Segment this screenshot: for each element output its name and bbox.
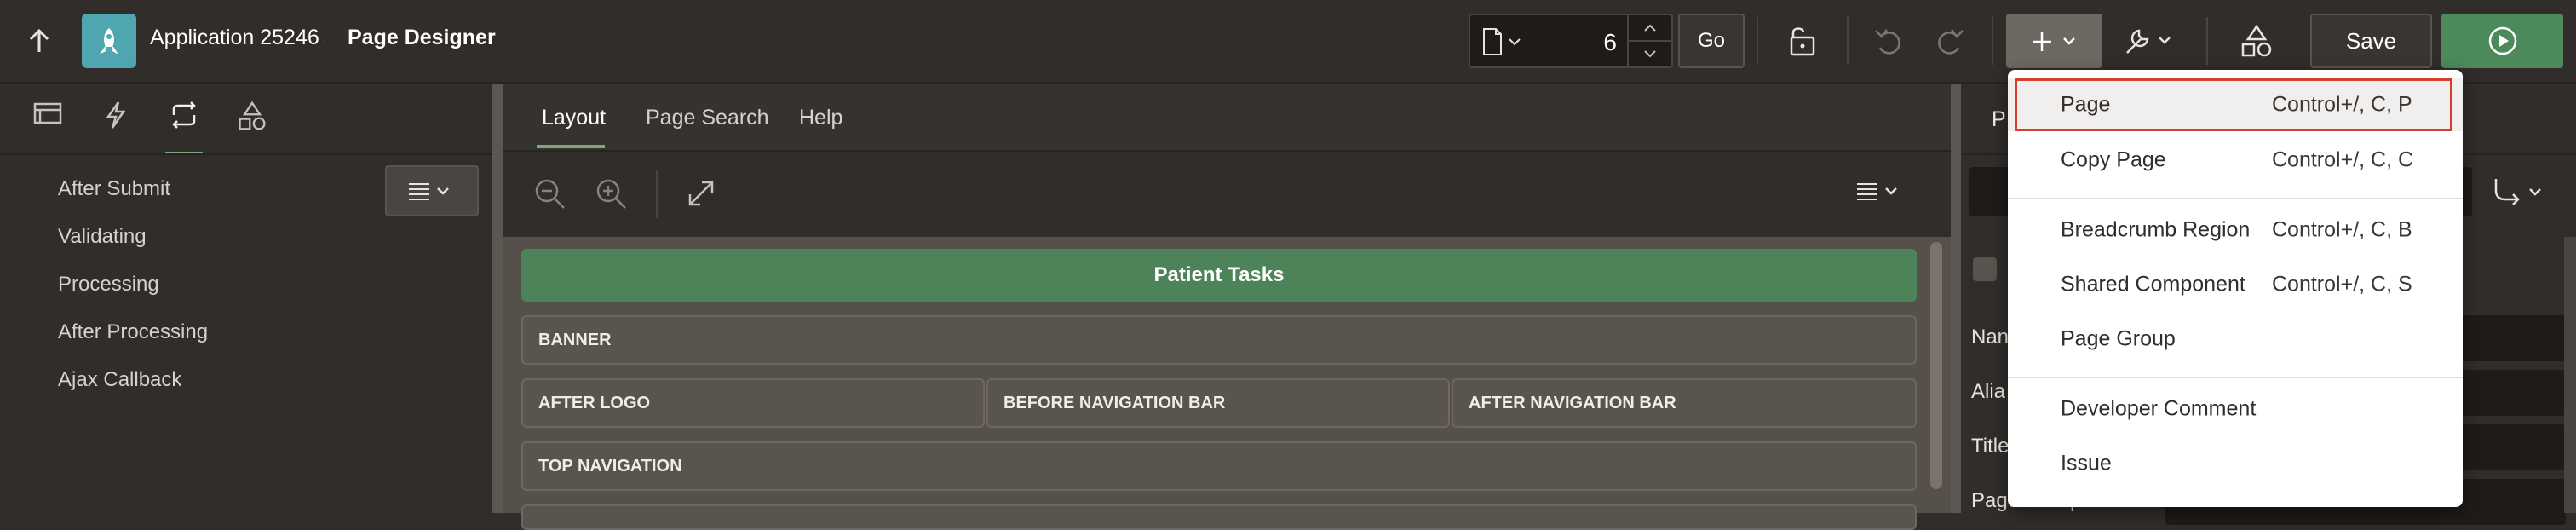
right-splitter[interactable] — [1951, 84, 1961, 513]
property-label-alias: Alia — [1971, 380, 2006, 403]
page-title: Page Designer — [348, 26, 496, 49]
layout-canvas[interactable]: Patient Tasks BANNER AFTER LOGO BEFORE N… — [503, 237, 1951, 530]
go-to-group-icon[interactable] — [2489, 176, 2549, 210]
region-after-logo[interactable]: AFTER LOGO — [521, 378, 985, 428]
rendering-tree-pane: After Submit Validating Processing After… — [0, 84, 492, 513]
region-top-navigation[interactable]: TOP NAVIGATION — [521, 441, 1917, 491]
application-name[interactable]: Application 25246 — [150, 26, 319, 50]
toolbar-divider — [2206, 17, 2208, 65]
run-page-button[interactable] — [2441, 14, 2563, 68]
menu-item-label: Shared Component — [2061, 272, 2245, 297]
menu-item-label: Issue — [2061, 451, 2112, 475]
menu-separator — [2008, 377, 2463, 378]
menu-item-shared-component[interactable]: Shared Component Control+/, C, S — [2008, 257, 2463, 312]
page-number-stepper[interactable] — [1627, 15, 1671, 66]
toolbar-divider — [656, 170, 658, 218]
region-banner[interactable]: BANNER — [521, 315, 1917, 365]
active-tab-indicator — [537, 145, 605, 148]
tabs-divider — [0, 153, 492, 155]
tab-rendering[interactable] — [27, 101, 68, 152]
region-before-navigation-bar[interactable]: BEFORE NAVIGATION BAR — [986, 378, 1450, 428]
processing-loop-icon — [172, 101, 196, 129]
app-logo[interactable] — [82, 14, 136, 68]
menu-item-shortcut: Control+/, C, S — [2272, 272, 2412, 297]
lightning-icon — [106, 101, 126, 129]
tab-dynamic-actions[interactable] — [95, 101, 136, 152]
menu-item-shortcut: Control+/, C, B — [2272, 217, 2412, 242]
region-next[interactable] — [521, 504, 1917, 530]
menu-item-breadcrumb-region[interactable]: Breadcrumb Region Control+/, C, B — [2008, 203, 2463, 257]
tree-item-processing[interactable]: Processing — [58, 273, 159, 297]
tab-shared-components[interactable] — [232, 101, 273, 152]
menu-separator — [2008, 198, 2463, 199]
property-label-title: Title — [1971, 435, 2010, 458]
up-arrow-icon[interactable] — [22, 24, 56, 58]
page-title-region[interactable]: Patient Tasks — [521, 249, 1917, 302]
tree-item-ajax-callback[interactable]: Ajax Callback — [58, 368, 181, 392]
tab-page-search[interactable]: Page Search — [646, 106, 769, 130]
layout-pane: Layout Page Search Help Patient Tasks BA… — [503, 84, 1951, 530]
create-menu-button[interactable] — [2006, 14, 2102, 68]
toolbar-divider — [1757, 17, 1758, 65]
menu-item-label: Developer Comment — [2061, 396, 2257, 421]
undo-icon[interactable] — [1869, 22, 1908, 60]
tree-item-after-submit[interactable]: After Submit — [58, 177, 170, 201]
collapse-group-icon[interactable] — [1973, 257, 1997, 281]
menu-item-page[interactable]: Page Control+/, C, P — [2008, 78, 2463, 131]
properties-scrollbar[interactable] — [2564, 237, 2576, 513]
list-menu-icon — [409, 183, 449, 200]
menu-item-developer-comment[interactable]: Developer Comment — [2008, 382, 2463, 436]
expand-icon[interactable] — [687, 179, 716, 208]
menu-item-label: Copy Page — [2061, 147, 2166, 172]
page-icon[interactable] — [1482, 27, 1523, 56]
save-button[interactable]: Save — [2310, 14, 2432, 68]
go-button[interactable]: Go — [1678, 14, 1745, 68]
layout-toolbar — [503, 150, 1951, 239]
zoom-out-icon[interactable] — [533, 177, 567, 211]
page-number-input[interactable]: 6 — [1603, 29, 1617, 56]
toolbar-divider — [1847, 17, 1849, 65]
menu-item-shortcut: Control+/, C, C — [2272, 147, 2414, 172]
layout-menu-icon[interactable] — [1855, 181, 1906, 203]
toolbar-divider — [1992, 17, 1993, 65]
region-after-navigation-bar[interactable]: AFTER NAVIGATION BAR — [1452, 378, 1917, 428]
shared-components-icon[interactable] — [2235, 20, 2278, 61]
tab-processing[interactable] — [164, 101, 204, 155]
canvas-scrollbar[interactable] — [1930, 242, 1942, 489]
shapes-icon — [239, 101, 266, 130]
redo-icon[interactable] — [1930, 22, 1969, 60]
rendering-icon — [33, 102, 62, 124]
menu-item-page-group[interactable]: Page Group — [2008, 312, 2463, 366]
play-icon — [2488, 26, 2516, 55]
page-selector[interactable]: 6 — [1469, 14, 1673, 68]
tree-item-validating[interactable]: Validating — [58, 225, 147, 249]
tree-menu-button[interactable] — [385, 165, 479, 216]
tab-page-properties[interactable]: P — [1992, 107, 2006, 132]
plus-chevron-icon — [2033, 32, 2075, 51]
menu-item-copy-page[interactable]: Copy Page Control+/, C, C — [2008, 133, 2463, 187]
create-dropdown-menu: Page Control+/, C, P Copy Page Control+/… — [2008, 70, 2463, 507]
left-splitter[interactable] — [492, 84, 503, 513]
menu-item-label: Page Group — [2061, 326, 2176, 351]
utilities-wrench-icon[interactable] — [2119, 20, 2181, 61]
menu-item-shortcut: Control+/, C, P — [2272, 92, 2412, 117]
menu-item-issue[interactable]: Issue — [2008, 436, 2463, 491]
menu-item-label: Page — [2061, 92, 2111, 117]
page-lock-icon[interactable] — [1780, 22, 1823, 60]
breadcrumb-separator — [324, 37, 325, 42]
tab-layout[interactable]: Layout — [542, 106, 606, 130]
zoom-in-icon[interactable] — [595, 177, 629, 211]
menu-item-label: Breadcrumb Region — [2061, 217, 2251, 242]
tab-help[interactable]: Help — [799, 106, 842, 130]
tree-item-after-processing[interactable]: After Processing — [58, 320, 208, 344]
property-label-name: Nan — [1971, 325, 2010, 349]
